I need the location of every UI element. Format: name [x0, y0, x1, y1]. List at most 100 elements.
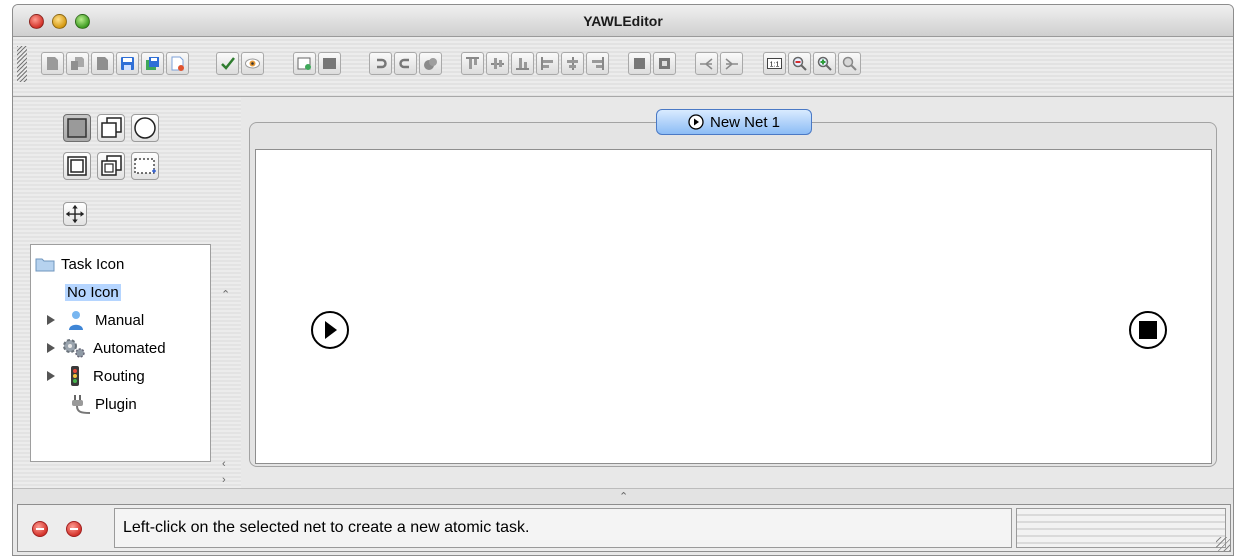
tree-item-label: No Icon: [65, 283, 121, 301]
person-icon: [69, 311, 83, 330]
condition-tool[interactable]: [131, 114, 159, 142]
toolbar-grip-icon[interactable]: [17, 46, 27, 82]
zoom-in-icon: [817, 56, 832, 71]
zoom-actual-button[interactable]: 1:1: [763, 52, 786, 75]
marquee-select-tool[interactable]: [131, 152, 159, 180]
progress-indicator: [1016, 508, 1226, 548]
align-left-button[interactable]: [536, 52, 559, 75]
preview-button[interactable]: [241, 52, 264, 75]
zoom-1-1-icon: 1:1: [767, 58, 782, 69]
tree-item-label: Manual: [95, 311, 145, 329]
multiple-atomic-task-icon: [101, 117, 122, 138]
align-middle-icon: [491, 58, 504, 69]
titlebar: YAWLEditor: [13, 5, 1233, 37]
delete-button[interactable]: [419, 52, 442, 75]
increase-size-icon: [634, 58, 645, 69]
multiple-composite-task-icon: [101, 155, 122, 176]
input-condition[interactable]: [310, 310, 350, 350]
close-spec-button[interactable]: [91, 52, 114, 75]
tree-item-automated[interactable]: Automated: [47, 337, 166, 359]
open-document-icon: [71, 57, 84, 70]
tree-item-label: Plugin: [95, 395, 137, 413]
start-net-icon: [688, 114, 704, 130]
splitter-arrow-left-icon[interactable]: ‹: [222, 458, 226, 470]
traffic-light-icon: [71, 366, 79, 386]
delete-icon: [424, 58, 437, 70]
join-decorator-icon: [725, 58, 738, 70]
remove-net-icon: [323, 58, 336, 69]
toolbar: 1:1: [13, 37, 1233, 97]
composite-task-tool[interactable]: [63, 152, 91, 180]
align-center-icon: [567, 57, 578, 70]
zoom-out-icon: [792, 56, 807, 71]
eye-icon: [245, 58, 260, 69]
output-condition[interactable]: [1128, 310, 1168, 350]
decrease-size-icon: [659, 58, 670, 69]
tree-item-no-icon[interactable]: No Icon: [65, 281, 121, 303]
drag-net-tool[interactable]: [63, 202, 87, 226]
align-left-icon: [541, 57, 553, 70]
new-spec-button[interactable]: [41, 52, 64, 75]
export-button[interactable]: [166, 52, 189, 75]
move-arrows-icon: [65, 204, 85, 224]
palette-panel: Task Icon No Icon Manual Automated Routi…: [13, 98, 241, 488]
remove-net-button[interactable]: [318, 52, 341, 75]
disclosure-triangle-icon[interactable]: [47, 371, 55, 381]
horizontal-splitter[interactable]: ⌃: [13, 488, 1233, 504]
tree-item-routing[interactable]: Routing: [47, 365, 145, 387]
redo-icon: [399, 58, 409, 69]
increase-size-button[interactable]: [628, 52, 651, 75]
resize-grip-icon[interactable]: [1216, 537, 1230, 551]
splitter-arrow-right-icon[interactable]: ›: [222, 474, 226, 486]
validate-button[interactable]: [216, 52, 239, 75]
add-net-button[interactable]: [293, 52, 316, 75]
save-as-icon: [146, 57, 159, 70]
checkmark-icon: [221, 57, 235, 70]
condition-circle-icon: [134, 117, 156, 139]
disclosure-triangle-icon[interactable]: [47, 343, 55, 353]
multiple-atomic-task-tool[interactable]: [97, 114, 125, 142]
net-canvas[interactable]: [255, 149, 1212, 464]
tab-new-net-1[interactable]: New Net 1: [656, 109, 812, 135]
remove-icon[interactable]: [32, 521, 48, 537]
save-spec-button[interactable]: [116, 52, 139, 75]
splitter-collapse-icon[interactable]: ⌃: [619, 490, 628, 503]
join-decorator-button[interactable]: [720, 52, 743, 75]
gears-icon: [63, 339, 85, 358]
new-document-icon: [47, 57, 58, 70]
zoom-out-button[interactable]: [788, 52, 811, 75]
align-middle-button[interactable]: [486, 52, 509, 75]
tree-item-plugin[interactable]: Plugin: [69, 393, 137, 415]
tree-item-manual[interactable]: Manual: [47, 309, 144, 331]
plug-icon: [72, 395, 91, 414]
dotted-selection-icon: [134, 158, 156, 174]
tab-label: New Net 1: [709, 113, 781, 131]
align-bottom-icon: [516, 58, 529, 70]
export-document-icon: [171, 56, 184, 71]
zoom-in-button[interactable]: [813, 52, 836, 75]
folder-icon: [35, 258, 55, 272]
decrease-size-button[interactable]: [653, 52, 676, 75]
align-top-button[interactable]: [461, 52, 484, 75]
yawl-editor-window: YAWLEditor 1:1 Task Icon No Icon Manual …: [12, 4, 1234, 556]
disclosure-triangle-icon[interactable]: [47, 315, 55, 325]
tree-item-label: Automated: [93, 339, 166, 357]
flow-decorator-button[interactable]: [695, 52, 718, 75]
splitter-collapse-up-icon[interactable]: ⌃: [221, 288, 230, 301]
align-center-button[interactable]: [561, 52, 584, 75]
save-as-button[interactable]: [141, 52, 164, 75]
redo-button[interactable]: [394, 52, 417, 75]
multiple-composite-task-tool[interactable]: [97, 152, 125, 180]
open-spec-button[interactable]: [66, 52, 89, 75]
align-right-button[interactable]: [586, 52, 609, 75]
undo-button[interactable]: [369, 52, 392, 75]
undo-icon: [377, 58, 387, 69]
remove-icon[interactable]: [66, 521, 82, 537]
zoom-selected-button[interactable]: [838, 52, 861, 75]
magnifier-icon: [842, 56, 857, 71]
atomic-task-tool[interactable]: [63, 114, 91, 142]
window-title: YAWLEditor: [583, 13, 663, 29]
split-decorator-icon: [700, 58, 713, 70]
tree-root[interactable]: Task Icon: [35, 253, 124, 275]
align-bottom-button[interactable]: [511, 52, 534, 75]
